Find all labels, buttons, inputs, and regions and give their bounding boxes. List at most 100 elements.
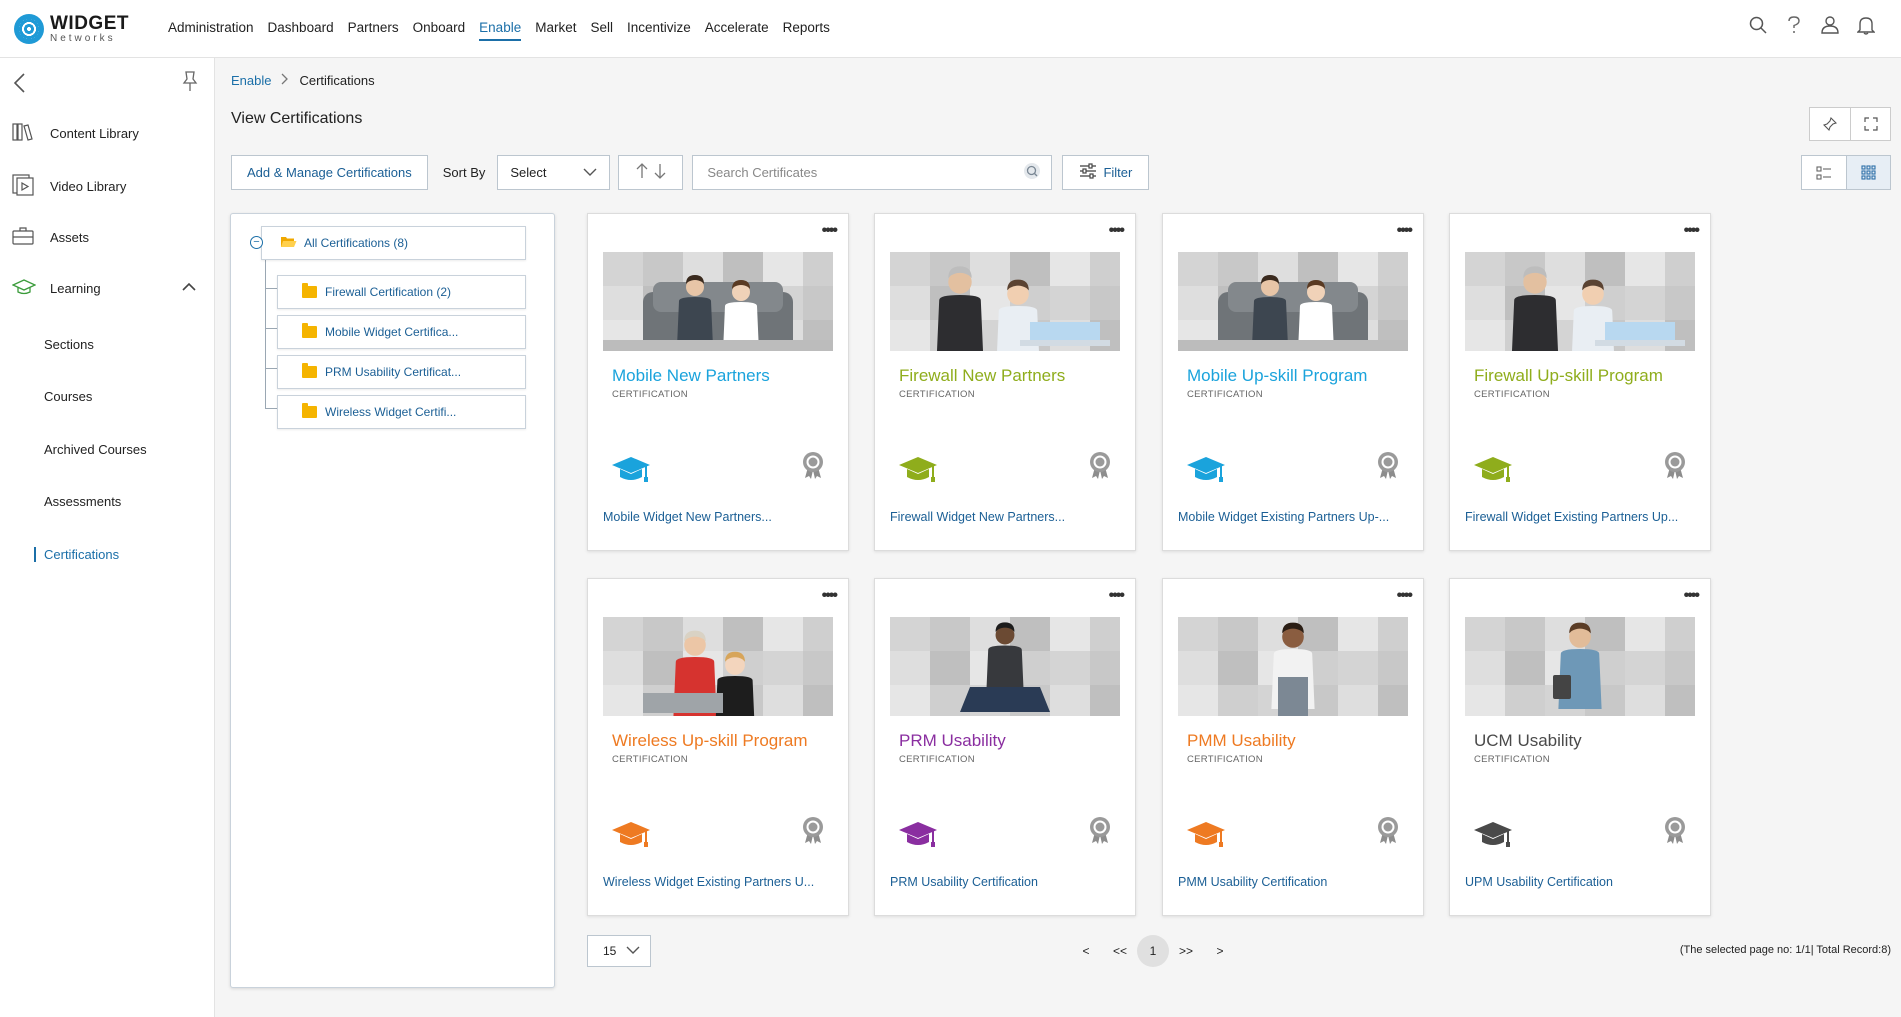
breadcrumb-current: Certifications: [299, 73, 375, 88]
certification-card[interactable]: •••• Mobile Up-skill Program CERTIFICATI…: [1162, 213, 1424, 551]
next-page-button[interactable]: >: [1203, 935, 1237, 967]
card-image: [1178, 617, 1408, 716]
tree-node-folder[interactable]: Wireless Widget Certifi...: [277, 395, 526, 429]
back-icon[interactable]: [12, 72, 26, 97]
folder-icon: [302, 363, 317, 378]
tree-node-all-certifications[interactable]: All Certifications (8): [261, 226, 526, 260]
certification-card[interactable]: •••• UCM Usability CERTIFICATION UPM Usa…: [1449, 578, 1711, 916]
chevron-down-icon: [583, 165, 597, 180]
nav-item-enable[interactable]: Enable: [479, 16, 522, 41]
card-title[interactable]: UCM Usability: [1474, 731, 1582, 751]
filter-button[interactable]: Filter: [1062, 155, 1150, 190]
collapse-icon[interactable]: −: [250, 236, 263, 249]
nav-item-administration[interactable]: Administration: [168, 16, 254, 41]
card-certification-name[interactable]: PMM Usability Certification: [1178, 875, 1327, 889]
certification-card[interactable]: •••• PRM Usability CERTIFICATION PRM Usa…: [874, 578, 1136, 916]
nav-item-onboard[interactable]: Onboard: [413, 16, 466, 41]
card-title[interactable]: PMM Usability: [1187, 731, 1296, 751]
certification-folder-tree: All Certifications (8) − Firewall Certif…: [230, 213, 555, 988]
more-options-icon[interactable]: ••••: [822, 223, 838, 239]
nav-item-accelerate[interactable]: Accelerate: [705, 16, 769, 41]
help-icon[interactable]: [1783, 14, 1805, 36]
breadcrumb: Enable Certifications: [231, 73, 375, 88]
per-page-select[interactable]: 15: [587, 935, 651, 967]
sidebar-item-content-library[interactable]: Content Library: [0, 122, 215, 145]
card-title[interactable]: Wireless Up-skill Program: [612, 731, 808, 751]
sidebar-sub-certifications[interactable]: Certifications: [44, 547, 119, 562]
card-certification-name[interactable]: Firewall Widget New Partners...: [890, 510, 1065, 524]
card-certification-name[interactable]: UPM Usability Certification: [1465, 875, 1613, 889]
card-subtitle: CERTIFICATION: [1474, 754, 1550, 765]
more-options-icon[interactable]: ••••: [1109, 223, 1125, 239]
card-image: [1178, 252, 1408, 351]
more-options-icon[interactable]: ••••: [1684, 588, 1700, 604]
bell-icon[interactable]: [1855, 14, 1877, 36]
sidebar-item-assets[interactable]: Assets: [0, 226, 215, 249]
sort-direction-button[interactable]: [618, 155, 684, 190]
card-image: [603, 617, 833, 716]
card-certification-name[interactable]: Firewall Widget Existing Partners Up...: [1465, 510, 1678, 524]
certification-card[interactable]: •••• PMM Usability CERTIFICATION PMM Usa…: [1162, 578, 1424, 916]
card-certification-name[interactable]: Wireless Widget Existing Partners U...: [603, 875, 814, 889]
more-options-icon[interactable]: ••••: [1397, 223, 1413, 239]
tree-node-folder[interactable]: PRM Usability Certificat...: [277, 355, 526, 389]
prev-page-button[interactable]: <: [1069, 935, 1103, 967]
nav-item-partners[interactable]: Partners: [348, 16, 399, 41]
card-title[interactable]: PRM Usability: [899, 731, 1006, 751]
breadcrumb-enable-link[interactable]: Enable: [231, 73, 271, 88]
more-options-icon[interactable]: ••••: [1684, 223, 1700, 239]
tree-node-folder[interactable]: Firewall Certification (2): [277, 275, 526, 309]
user-icon[interactable]: [1819, 14, 1841, 36]
sidebar: Content Library Video Library Assets Lea…: [0, 58, 215, 1017]
more-options-icon[interactable]: ••••: [1397, 588, 1413, 604]
sidebar-item-video-library[interactable]: Video Library: [0, 174, 215, 199]
pin-page-icon[interactable]: [1810, 108, 1850, 140]
arrow-up-icon[interactable]: [635, 163, 649, 182]
folder-open-icon: [280, 235, 297, 251]
sort-select[interactable]: Select: [497, 155, 611, 190]
card-title[interactable]: Mobile Up-skill Program: [1187, 366, 1367, 386]
tree-node-folder[interactable]: Mobile Widget Certifica...: [277, 315, 526, 349]
last-page-button[interactable]: >>: [1169, 935, 1203, 967]
per-page-value: 15: [603, 944, 617, 958]
page-number-button[interactable]: 1: [1137, 935, 1169, 967]
certification-card[interactable]: •••• Firewall New Partners CERTIFICATION…: [874, 213, 1136, 551]
award-badge-icon: [802, 451, 824, 482]
nav-item-market[interactable]: Market: [535, 16, 576, 41]
search-icon[interactable]: [1023, 162, 1041, 183]
card-title[interactable]: Firewall Up-skill Program: [1474, 366, 1663, 386]
card-title[interactable]: Mobile New Partners: [612, 366, 770, 386]
sidebar-sub-assessments[interactable]: Assessments: [44, 494, 121, 509]
nav-item-incentivize[interactable]: Incentivize: [627, 16, 691, 41]
more-options-icon[interactable]: ••••: [822, 588, 838, 604]
add-manage-certifications-button[interactable]: Add & Manage Certifications: [231, 155, 428, 190]
grid-view-icon[interactable]: [1846, 156, 1890, 189]
fullscreen-icon[interactable]: [1850, 108, 1890, 140]
award-badge-icon: [1664, 816, 1686, 847]
card-subtitle: CERTIFICATION: [899, 754, 975, 765]
first-page-button[interactable]: <<: [1103, 935, 1137, 967]
card-title[interactable]: Firewall New Partners: [899, 366, 1065, 386]
sidebar-sub-archived-courses[interactable]: Archived Courses: [44, 442, 147, 457]
brand-logo[interactable]: WIDGET Networks: [14, 13, 154, 44]
card-certification-name[interactable]: PRM Usability Certification: [890, 875, 1038, 889]
certification-card[interactable]: •••• Wireless Up-skill Program CERTIFICA…: [587, 578, 849, 916]
search-input[interactable]: [707, 165, 1024, 180]
nav-item-sell[interactable]: Sell: [590, 16, 613, 41]
certification-card[interactable]: •••• Firewall Up-skill Program CERTIFICA…: [1449, 213, 1711, 551]
card-certification-name[interactable]: Mobile Widget Existing Partners Up-...: [1178, 510, 1389, 524]
search-icon[interactable]: [1747, 14, 1769, 36]
more-options-icon[interactable]: ••••: [1109, 588, 1125, 604]
list-view-icon[interactable]: [1802, 156, 1846, 189]
card-certification-name[interactable]: Mobile Widget New Partners...: [603, 510, 772, 524]
arrow-down-icon[interactable]: [653, 163, 667, 182]
nav-item-dashboard[interactable]: Dashboard: [268, 16, 334, 41]
sidebar-sub-courses[interactable]: Courses: [44, 389, 92, 404]
graduation-cap-icon: [1185, 454, 1227, 487]
certification-card[interactable]: •••• Mobile New Partners CERTIFICATION M…: [587, 213, 849, 551]
sidebar-sub-sections[interactable]: Sections: [44, 337, 94, 352]
sidebar-item-learning[interactable]: Learning: [0, 278, 215, 299]
chevron-up-icon[interactable]: [182, 280, 196, 295]
pin-icon[interactable]: [182, 70, 198, 95]
nav-item-reports[interactable]: Reports: [783, 16, 830, 41]
